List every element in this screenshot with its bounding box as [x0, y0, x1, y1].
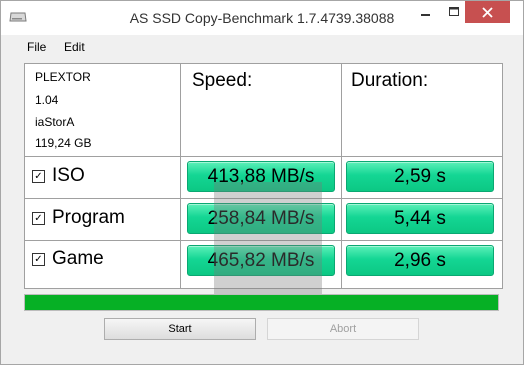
- menu-file[interactable]: File: [27, 40, 46, 54]
- game-label: Game: [52, 248, 104, 269]
- grid-divider: [341, 64, 342, 288]
- close-icon: [482, 6, 493, 18]
- speed-header: Speed:: [192, 70, 253, 91]
- start-button[interactable]: Start: [104, 318, 256, 340]
- minimize-icon: [421, 14, 430, 16]
- progress-bar: [24, 294, 499, 311]
- progress-fill: [25, 295, 498, 310]
- program-duration-value: 5,44 s: [346, 203, 494, 234]
- maximize-icon: [449, 7, 459, 16]
- benchmark-panel: PLEXTOR 1.04 iaStorA 119,24 GB Speed: Du…: [7, 57, 517, 359]
- drive-model: PLEXTOR: [35, 70, 91, 84]
- drive-driver: iaStorA: [35, 115, 75, 129]
- close-button[interactable]: [465, 1, 510, 23]
- menu-bar: File Edit: [1, 35, 523, 57]
- iso-checkbox[interactable]: ✓: [32, 170, 45, 183]
- program-label: Program: [52, 207, 125, 228]
- grid-divider: [180, 64, 181, 288]
- maximize-button[interactable]: [441, 1, 467, 23]
- duration-header: Duration:: [351, 70, 429, 91]
- drive-firmware: 1.04: [35, 93, 59, 107]
- minimize-button[interactable]: [413, 1, 439, 23]
- program-checkbox[interactable]: ✓: [32, 212, 45, 225]
- game-checkbox[interactable]: ✓: [32, 253, 45, 266]
- iso-duration-value: 2,59 s: [346, 161, 494, 192]
- menu-edit[interactable]: Edit: [64, 40, 85, 54]
- iso-label: ISO: [52, 165, 85, 186]
- game-duration-value: 2,96 s: [346, 245, 494, 276]
- grid-divider: [25, 156, 502, 157]
- title-bar[interactable]: AS SSD Copy-Benchmark 1.7.4739.38088: [1, 1, 523, 35]
- watermark-logo: [214, 182, 322, 294]
- drive-size: 119,24 GB: [35, 136, 92, 150]
- app-window: AS SSD Copy-Benchmark 1.7.4739.38088 Fil…: [0, 0, 524, 365]
- abort-button[interactable]: Abort: [267, 318, 419, 340]
